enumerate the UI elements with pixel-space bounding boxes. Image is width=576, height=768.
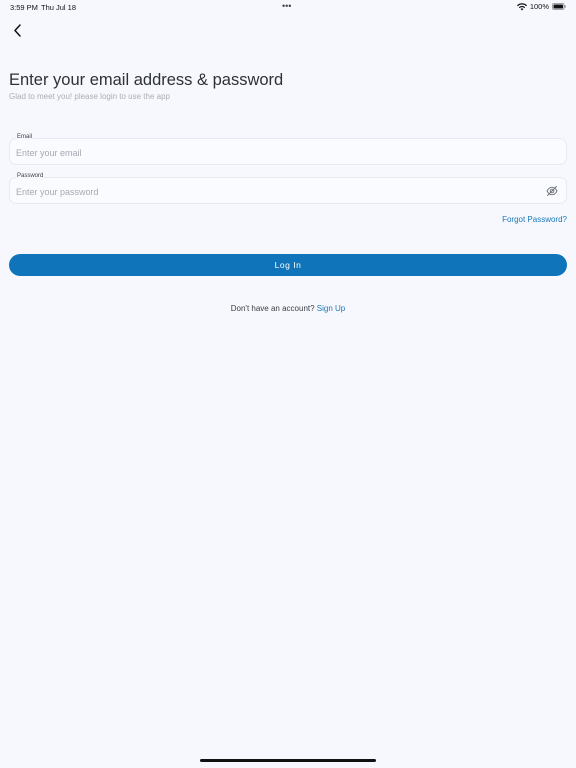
- status-bar: 3:59 PM Thu Jul 18 ••• 100%: [0, 0, 576, 14]
- home-indicator[interactable]: [200, 759, 376, 762]
- status-indicators: 100%: [516, 2, 566, 11]
- page-title: Enter your email address & password: [9, 71, 284, 89]
- password-field[interactable]: Password: [9, 173, 567, 204]
- forgot-password-link[interactable]: Forgot Password?: [502, 215, 567, 224]
- signup-link[interactable]: Sign Up: [317, 304, 345, 313]
- email-field[interactable]: Email: [9, 134, 567, 165]
- password-input[interactable]: [16, 185, 536, 199]
- wifi-icon: [516, 2, 527, 10]
- email-input[interactable]: [16, 146, 536, 160]
- battery-percentage: 100%: [529, 2, 549, 11]
- login-button[interactable]: Log In: [9, 254, 567, 276]
- status-date: Thu Jul 18: [41, 3, 77, 12]
- chevron-left-icon: [13, 23, 21, 37]
- multitasking-dots[interactable]: •••: [282, 1, 291, 11]
- signup-prompt: Don't have an account?: [230, 304, 317, 313]
- status-time: 3:59 PM: [10, 3, 38, 12]
- back-button[interactable]: [9, 21, 25, 39]
- email-label: Email: [16, 134, 34, 140]
- page-subtitle: Glad to meet you! please login to use th…: [9, 92, 170, 101]
- password-label: Password: [16, 173, 45, 179]
- battery-icon: [552, 3, 566, 10]
- eye-off-icon[interactable]: [546, 185, 558, 197]
- signup-row: Don't have an account? Sign Up: [0, 304, 576, 313]
